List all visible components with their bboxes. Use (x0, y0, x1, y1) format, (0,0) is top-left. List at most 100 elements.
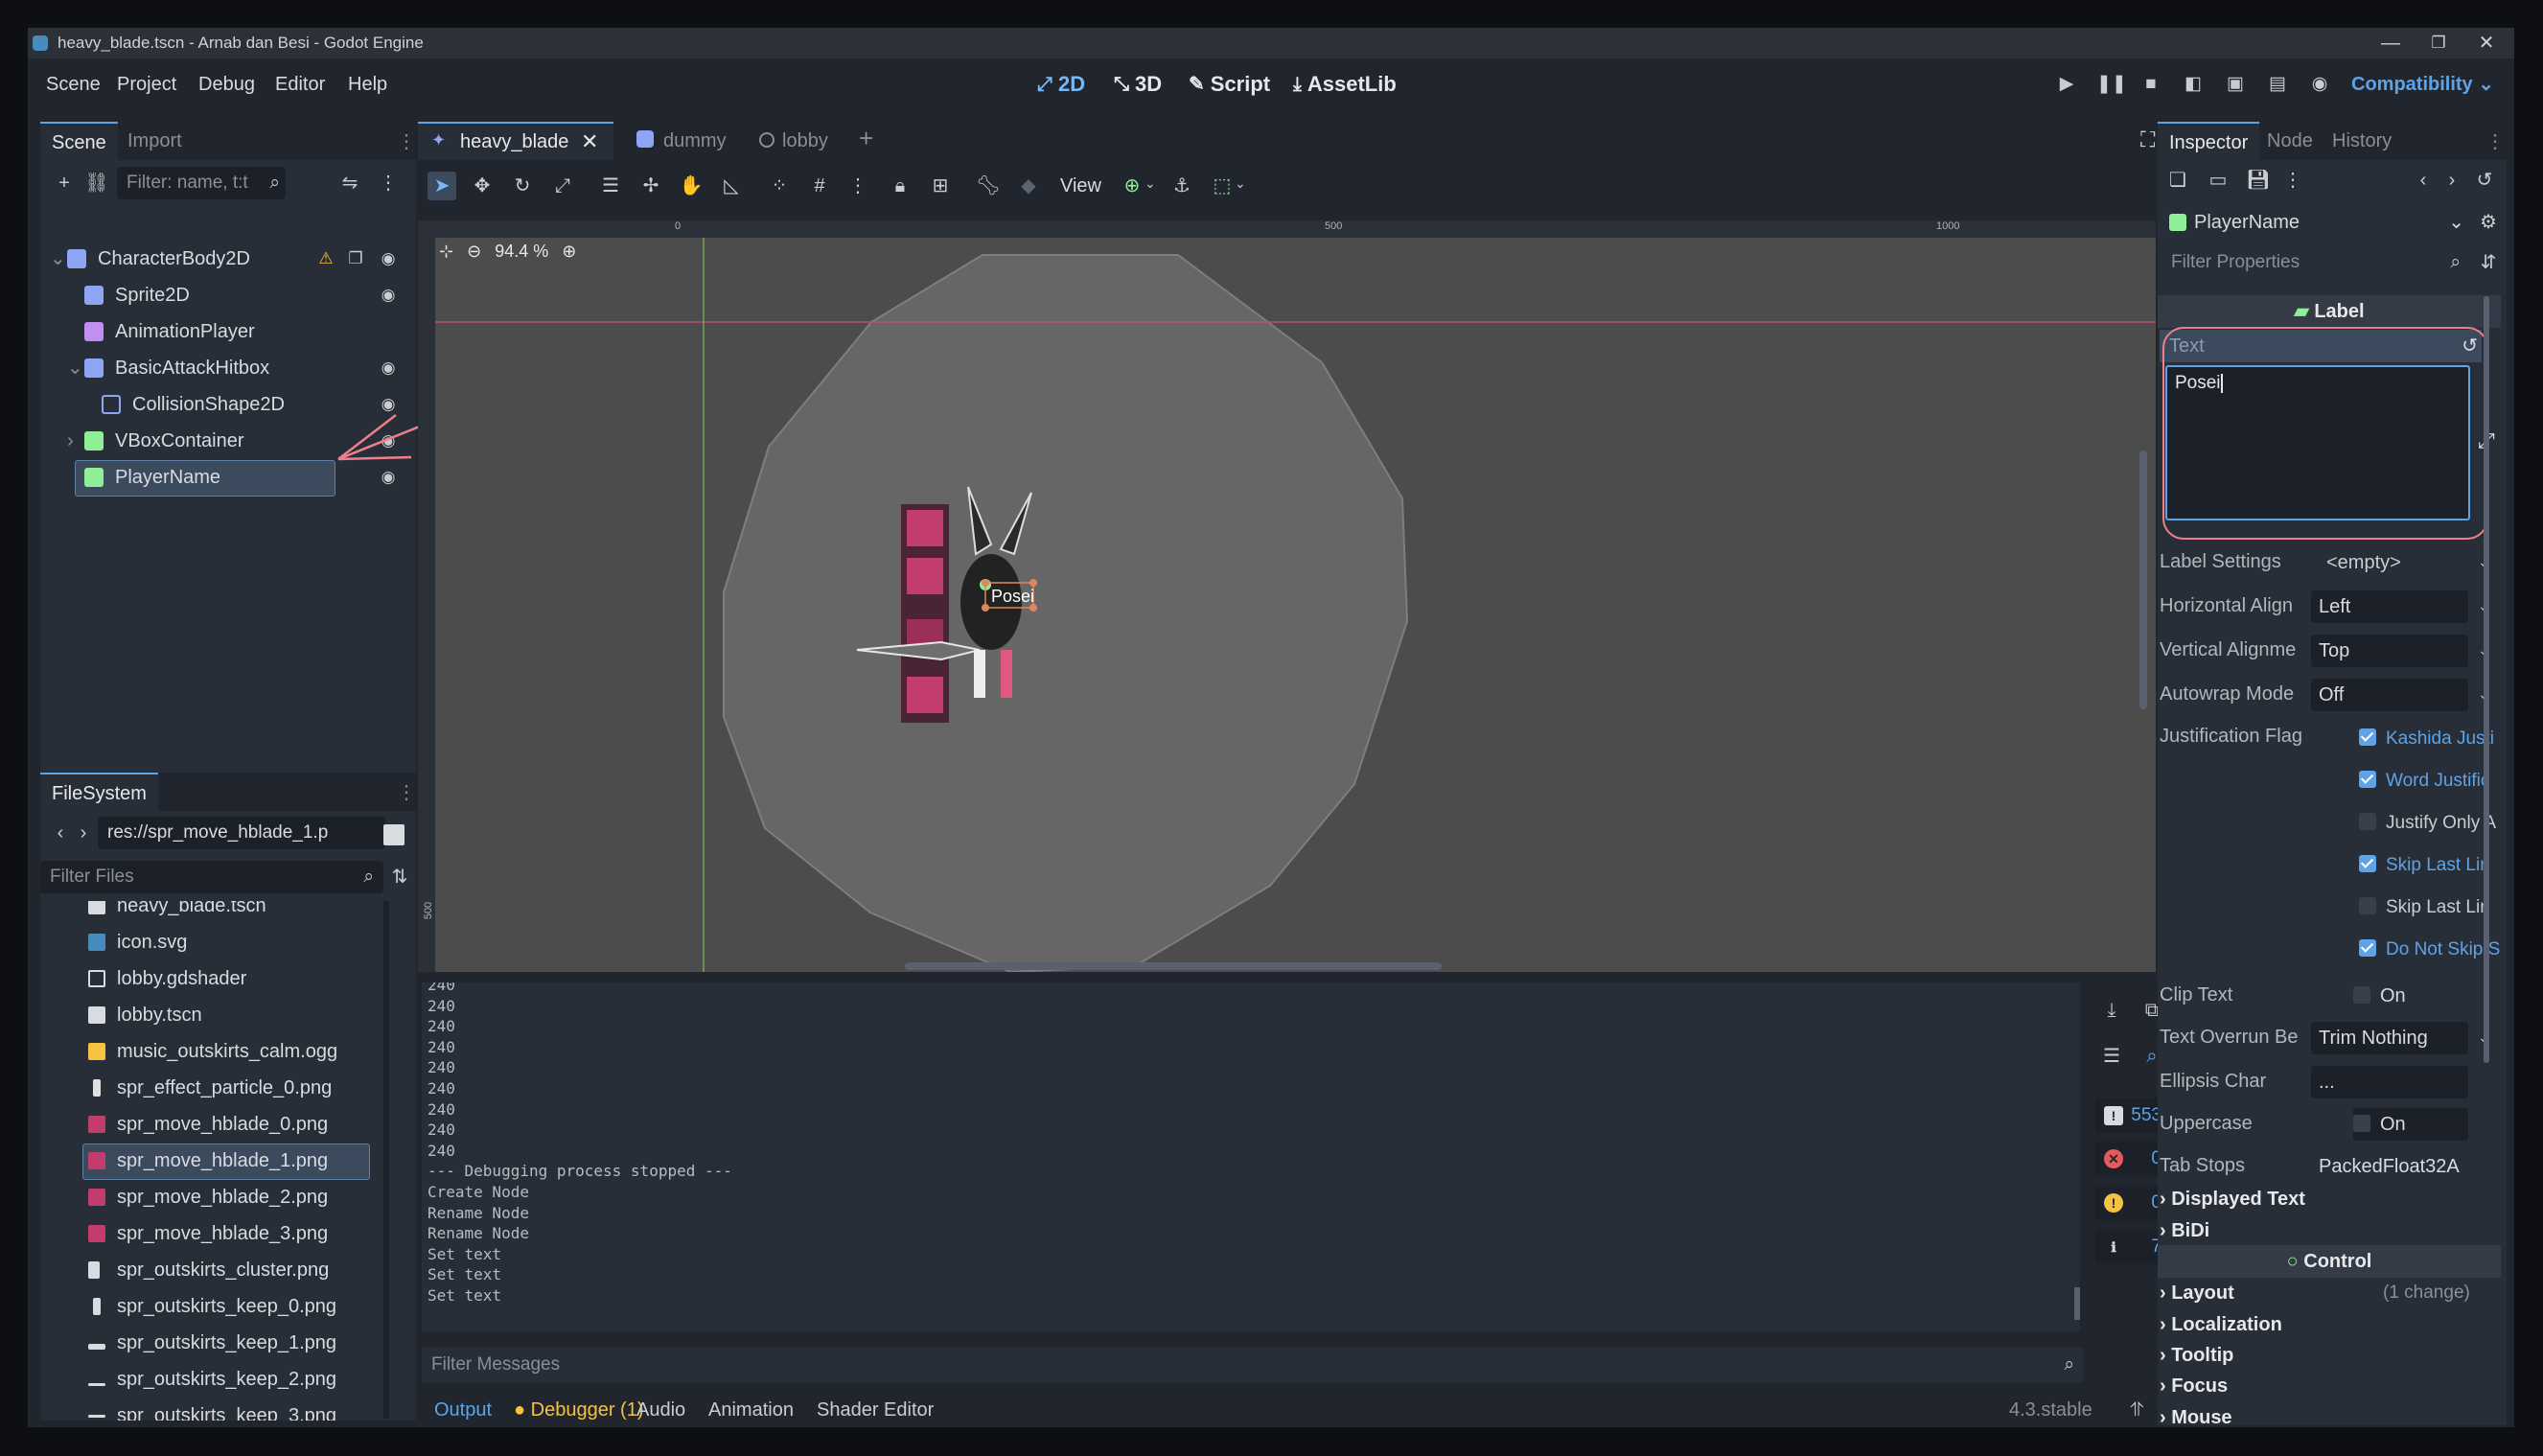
snap-options-icon[interactable]: ⋮ (844, 172, 872, 200)
object-properties-icon[interactable]: ⚙ (2474, 208, 2503, 237)
new-tab-icon[interactable]: + (859, 124, 873, 153)
tab-filesystem[interactable]: FileSystem (40, 773, 158, 811)
file-item[interactable]: heavy_blade.tscn (88, 901, 266, 924)
file-item[interactable]: spr_outskirts_cluster.png (88, 1252, 329, 1288)
section-localization[interactable]: › Localization (2160, 1309, 2282, 1340)
prop-clip-text[interactable]: Clip Text On (2160, 975, 2497, 1015)
tree-node-animationplayer[interactable]: AnimationPlayer (84, 313, 255, 350)
filter-files-input[interactable]: Filter Files ⌕ (40, 861, 383, 893)
expand-panel-icon[interactable]: ⥣ (2130, 1387, 2144, 1427)
dock-menu-icon[interactable]: ⋮ (2485, 129, 2505, 153)
pause-icon[interactable]: ❚❚ (2096, 72, 2127, 97)
file-item[interactable]: lobby.tscn (88, 997, 202, 1033)
file-item[interactable]: spr_outskirts_keep_1.png (88, 1325, 336, 1361)
add-node-icon[interactable]: + (50, 169, 79, 197)
bone-icon[interactable]: 🦴︎ (974, 172, 1003, 200)
group-messages-icon[interactable]: ☰ (2097, 1042, 2126, 1071)
chevron-down-icon[interactable]: ⌄ (1144, 175, 1156, 192)
ruler-mode-icon[interactable]: ◺ (717, 172, 746, 200)
console-log[interactable]: 240 240 240 240 240 240 240 240 240 --- … (422, 982, 2080, 1331)
scale-mode-icon[interactable]: ⤢ (548, 172, 577, 200)
scene-filter-input[interactable]: Filter: name, t:t ⌕ (117, 167, 286, 199)
renderer-select[interactable]: Compatibility ⌄ (2351, 68, 2494, 101)
chevron-down-icon[interactable]: ⌄ (1235, 175, 1246, 192)
sort-icon[interactable]: ⇅ (385, 863, 414, 891)
viewport-vscrollbar[interactable] (2139, 451, 2147, 709)
list-select-icon[interactable]: ☰ (596, 172, 625, 200)
section-layout[interactable]: › Layout (2160, 1278, 2234, 1308)
tab-animation[interactable]: Animation (708, 1387, 794, 1427)
flag-justify-only-after[interactable]: Justify Only A (2359, 808, 2503, 839)
movie-maker-icon[interactable]: ◉ (2307, 72, 2332, 97)
scene-menu-icon[interactable]: ⋮ (374, 169, 403, 197)
zoom-level[interactable]: 94.4 % (495, 242, 548, 262)
close-tab-icon[interactable]: ✕ (581, 124, 598, 160)
lock-icon[interactable]: 🔒︎ (886, 172, 914, 200)
move-mode-icon[interactable]: ✥ (468, 172, 497, 200)
filter-properties-input[interactable]: Filter Properties ⌕ (2162, 246, 2470, 279)
save-icon[interactable]: 💾︎ (2244, 166, 2273, 195)
distraction-free-icon[interactable]: ⛶ (2140, 127, 2155, 152)
zoom-out-icon[interactable]: ⊖ (467, 242, 481, 262)
prop-label-settings[interactable]: Label Settings<empty>⌄ (2160, 542, 2497, 582)
tree-node-vboxcontainer[interactable]: › VBoxContainer (67, 423, 244, 459)
file-item[interactable]: spr_move_hblade_0.png (88, 1106, 328, 1143)
section-focus[interactable]: › Focus (2160, 1371, 2228, 1401)
open-folder-icon[interactable]: ▭ (2204, 166, 2232, 195)
flag-do-not-skip-single[interactable]: Do Not Skip S (2359, 935, 2503, 965)
center-view-icon[interactable]: ⊹ (439, 242, 453, 262)
file-item[interactable]: music_outskirts_calm.ogg (88, 1033, 337, 1070)
play-icon[interactable]: ▶ (2054, 72, 2079, 97)
file-item[interactable]: icon.svg (88, 924, 187, 960)
file-item[interactable]: spr_move_hblade_2.png (88, 1179, 328, 1215)
close-window-button[interactable]: ✕ (2458, 28, 2514, 58)
forward-icon[interactable]: › (69, 819, 98, 847)
prop-horizontal-align[interactable]: Horizontal AlignLeft⌄ (2160, 586, 2497, 626)
zoom-in-icon[interactable]: ⊕ (562, 242, 576, 262)
file-list-scrollbar[interactable] (383, 901, 389, 1419)
tab-heavy-blade[interactable]: ✦ heavy_blade ✕ (418, 122, 613, 160)
workspace-2d[interactable]: ⤢ 2D (1037, 68, 1085, 101)
menu-debug[interactable]: Debug (198, 58, 255, 110)
tab-dummy[interactable]: dummy (627, 122, 742, 160)
tab-shader-editor[interactable]: Shader Editor (817, 1387, 934, 1427)
filesystem-path-input[interactable]: res://spr_move_hblade_1.p (98, 817, 385, 849)
workspace-3d[interactable]: ⤡ 3D (1114, 68, 1162, 101)
pan-mode-icon[interactable]: ✋ (677, 172, 705, 200)
prop-autowrap-mode[interactable]: Autowrap ModeOff⌄ (2160, 674, 2497, 714)
tab-inspector[interactable]: Inspector (2158, 122, 2260, 160)
remote-debug-icon[interactable]: ◧ (2181, 72, 2206, 97)
flag-kashida[interactable]: Kashida Justi (2359, 724, 2503, 754)
file-item-selected[interactable]: spr_move_hblade_1.png (88, 1143, 328, 1179)
prop-ellipsis-char[interactable]: Ellipsis Char... (2160, 1061, 2497, 1101)
visibility-eye-icon[interactable]: ◉ (378, 248, 399, 269)
play-scene-icon[interactable]: ▣ (2223, 72, 2248, 97)
tree-node-playername[interactable]: PlayerName (84, 459, 220, 496)
file-item[interactable]: spr_effect_particle_0.png (88, 1070, 332, 1106)
file-item[interactable]: spr_move_hblade_3.png (88, 1215, 328, 1252)
tab-import[interactable]: Import (116, 122, 194, 160)
script-icon[interactable]: ❐ (345, 248, 366, 269)
file-item[interactable]: spr_outskirts_keep_2.png (88, 1361, 336, 1398)
add-anchor-icon[interactable]: ⊕ (1118, 172, 1146, 200)
back-icon[interactable]: ‹ (2409, 166, 2438, 195)
section-displayed-text[interactable]: › Displayed Text (2160, 1184, 2305, 1214)
prop-tab-stops[interactable]: Tab Stops PackedFloat32A (2160, 1145, 2497, 1186)
prop-uppercase[interactable]: Uppercase On (2160, 1103, 2497, 1144)
menu-editor[interactable]: Editor (275, 58, 325, 110)
workspace-script[interactable]: ✎ Script (1189, 68, 1270, 101)
group-icon[interactable]: ⊞ (926, 172, 955, 200)
pivot-mode-icon[interactable]: ✢ (636, 172, 665, 200)
section-bidi[interactable]: › BiDi (2160, 1215, 2209, 1246)
file-item[interactable]: lobby.gdshader (88, 960, 246, 997)
select-mode-icon[interactable]: ➤ (428, 172, 456, 200)
inspector-scrollbar[interactable] (2484, 296, 2489, 1063)
forward-icon[interactable]: › (2438, 166, 2466, 195)
tab-output[interactable]: Output (434, 1387, 492, 1427)
prop-vertical-alignment[interactable]: Vertical AlignmeTop⌄ (2160, 630, 2497, 670)
rotate-mode-icon[interactable]: ↻ (508, 172, 537, 200)
play-custom-icon[interactable]: ▤ (2265, 72, 2290, 97)
tree-node-sprite2d[interactable]: Sprite2D (84, 277, 190, 313)
attach-script-icon[interactable]: ⇋ (335, 169, 364, 197)
menu-help[interactable]: Help (348, 58, 387, 110)
